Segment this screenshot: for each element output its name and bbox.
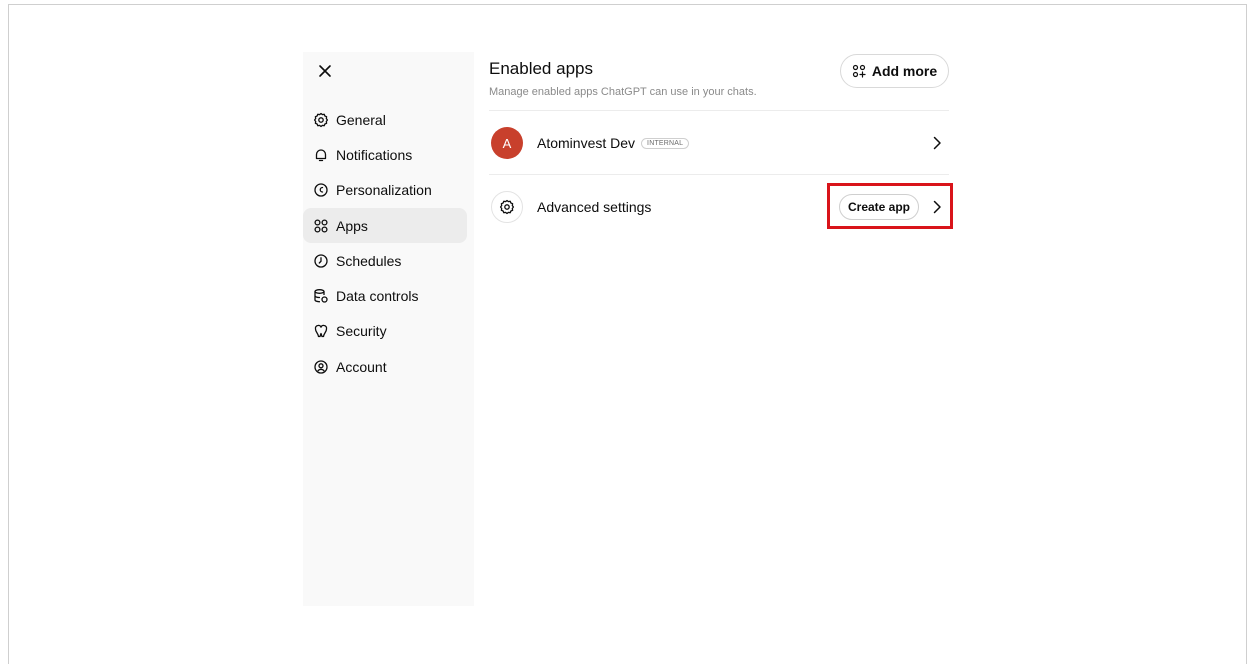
add-more-button[interactable]: Add more (840, 54, 949, 88)
chevron-right-icon[interactable] (929, 135, 945, 151)
create-app-button[interactable]: Create app (839, 194, 919, 220)
database-icon (313, 288, 329, 304)
sidebar-item-schedules[interactable]: Schedules (303, 243, 467, 278)
status-badge: INTERNAL (641, 137, 690, 149)
sidebar-item-label: Security (336, 323, 387, 340)
sidebar-item-label: Notifications (336, 146, 413, 163)
sidebar-item-security[interactable]: Security (303, 314, 467, 349)
add-more-label: Add more (871, 63, 938, 79)
avatar: A (491, 127, 523, 159)
advanced-settings-row[interactable]: Advanced settings Create app (489, 183, 949, 231)
sidebar-item-label: Account (336, 358, 387, 375)
sidebar-item-label: Apps (336, 217, 368, 234)
sidebar-item-label: Schedules (336, 252, 402, 269)
sidebar-item-label: General (336, 111, 386, 128)
page-subtitle: Manage enabled apps ChatGPT can use in y… (489, 86, 757, 98)
sidebar-item-notifications[interactable]: Notifications (303, 137, 467, 172)
close-icon (318, 64, 332, 83)
divider (489, 110, 949, 111)
apps-grid-icon (313, 218, 329, 234)
app-name: Atominvest Dev (537, 135, 636, 151)
gear-icon (313, 112, 329, 128)
shield-icon (313, 323, 329, 339)
sidebar-item-data-controls[interactable]: Data controls (303, 278, 467, 313)
close-button[interactable] (314, 62, 336, 84)
sidebar-item-label: Data controls (336, 288, 419, 305)
settings-window (8, 4, 1247, 664)
divider (489, 174, 949, 175)
page-title: Enabled apps (489, 59, 593, 78)
settings-nav: General Notifications Personalization Ap… (303, 102, 474, 384)
chevron-right-icon[interactable] (929, 199, 945, 215)
gear-icon (491, 191, 523, 223)
bell-icon (313, 147, 329, 163)
sidebar-item-account[interactable]: Account (303, 349, 467, 384)
clock-icon (313, 253, 329, 269)
advanced-settings-label: Advanced settings (537, 199, 652, 215)
sidebar-item-general[interactable]: General (303, 102, 467, 137)
app-row[interactable]: A Atominvest Dev INTERNAL (489, 119, 949, 167)
account-icon (313, 359, 329, 375)
sidebar-item-label: Personalization (336, 182, 432, 199)
sidebar-item-apps[interactable]: Apps (303, 207, 467, 244)
sidebar-item-personalization[interactable]: Personalization (303, 173, 467, 208)
settings-sidebar: General Notifications Personalization Ap… (303, 52, 474, 606)
personalization-icon (313, 182, 329, 198)
apps-add-icon (852, 64, 866, 78)
